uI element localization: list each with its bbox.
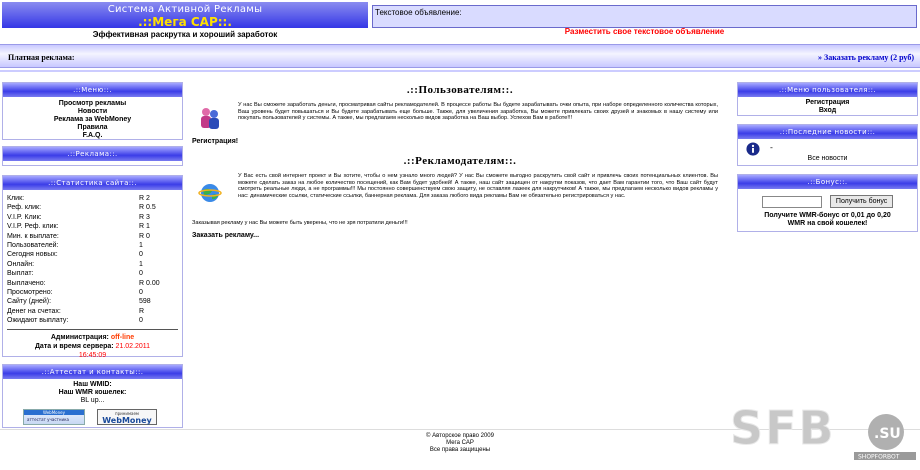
server-date: 21.02.2011 — [115, 342, 151, 350]
logo-slogan: Эффективная раскрутка и хороший заработо… — [92, 30, 278, 39]
ads-panel-title: .::Реклама::. — [3, 147, 182, 161]
admin-status: Администрация: off-line — [50, 333, 135, 341]
stat-row: V.I.P. Реф. клик: R 1 — [7, 223, 150, 231]
users-icon — [201, 108, 219, 129]
stats-panel: .::Статистика сайта::. Клик: R 2 Реф. кли… — [2, 175, 183, 359]
watermark-suffix: .SU — [874, 426, 901, 442]
advertisers-section: У Вас есть свой интернет проект и Вы хот… — [192, 173, 728, 220]
menu-panel: .::Меню::. Просмотр рекламы Новости Рекл… — [2, 82, 183, 140]
watermark-sub: SHOPFORBOT — [858, 454, 900, 461]
bonus-description: Получите WMR-бонус от 0,01 до 0,20 WMR н… — [764, 212, 891, 227]
bonus-captcha-input[interactable] — [761, 195, 822, 208]
advertisers-tail: Заказывая рекламу у нас Вы можете быть у… — [192, 220, 408, 226]
register-link[interactable]: Регистрация! — [192, 138, 728, 145]
logo-title: Система Активной Рекламы — [107, 4, 263, 15]
all-news-link[interactable]: Все новости — [738, 155, 917, 162]
main-content: .::Пользователям::. У нас Вы сможете зар… — [192, 78, 728, 239]
stat-row: Денег на счетах: R — [7, 307, 145, 315]
main-menu: Просмотр рекламы Новости Реклама за WebM… — [3, 97, 182, 144]
admin-offline-badge: off-line — [110, 333, 135, 341]
menu-item-view-ads[interactable]: Просмотр рекламы — [5, 100, 180, 108]
paid-ads-label: Платная реклама: — [8, 53, 75, 62]
ads-panel: .::Реклама::. — [2, 146, 183, 166]
stat-row: Реф. клик: R 0.5 — [7, 204, 156, 212]
contact-extra: BL up... — [80, 397, 105, 404]
server-clock: 16:45:09 — [78, 351, 107, 359]
stats-list: Клик: R 2 Реф. клик: R 0.5 V.I.P. Клик: R 3… — [3, 190, 182, 326]
user-menu-title: .::Меню пользователя::. — [738, 83, 917, 97]
bonus-panel: .::Бонус::. Получить бонус Получите WMR-… — [737, 174, 918, 232]
news-dash: - — [770, 143, 773, 152]
menu-item-faq[interactable]: F.A.Q. — [5, 132, 180, 140]
webmoney-accept-badge[interactable]: принимаем WebMoney — [97, 409, 157, 425]
user-menu: Регистрация Вход — [738, 97, 917, 119]
globe-icon — [198, 184, 222, 202]
stat-row: Сайту (дней): 598 — [7, 298, 151, 306]
users-section: У нас Вы сможете заработать деньги, прос… — [192, 102, 728, 136]
stats-divider — [7, 328, 178, 330]
logo-brand: .::Мега САР::. — [138, 15, 232, 29]
user-menu-register[interactable]: Регистрация — [740, 99, 915, 107]
info-icon — [746, 142, 760, 156]
news-panel: .::Последние новости::. - Все новости — [737, 124, 918, 166]
advertisers-section-title: .::Рекламодателям::. — [403, 155, 517, 167]
user-menu-login[interactable]: Вход — [740, 107, 915, 115]
contacts-panel-title: .::Аттестат и контакты::. — [3, 365, 182, 379]
stat-row: Ожидают выплату: 0 — [7, 317, 143, 325]
divider — [0, 70, 920, 72]
place-text-ad-link[interactable]: Разместить свое текстовое объявление — [372, 27, 917, 36]
advertisers-description: У Вас есть свой интернет проект и Вы хот… — [238, 173, 718, 199]
contacts-list: Наш WMID: Наш WMR кошелек: BL up... — [3, 379, 182, 405]
bonus-panel-title: .::Бонус::. — [738, 175, 917, 189]
text-ad-label: Текстовое объявление: — [375, 8, 462, 17]
menu-panel-title: .::Меню::. — [3, 83, 182, 97]
stat-row: Клик: R 2 — [7, 195, 150, 202]
sfb-watermark-logo: SFB .SU SHOPFORBOT — [730, 401, 916, 461]
menu-item-webmoney-ads[interactable]: Реклама за WebMoney — [5, 116, 180, 124]
news-body: - Все новости — [738, 139, 917, 165]
stat-row: Мин. к выплате: R 0 — [7, 232, 150, 240]
users-description: У нас Вы сможете заработать деньги, прос… — [238, 102, 718, 121]
server-time: Дата и время сервера: 21.02.2011 — [34, 342, 151, 350]
order-ad-main-link[interactable]: Заказать рекламу... — [192, 232, 728, 239]
news-panel-title: .::Последние новости::. — [738, 125, 917, 139]
users-section-title: .::Пользователям::. — [406, 84, 514, 96]
menu-item-rules[interactable]: Правила — [5, 124, 180, 132]
stat-row: Пользователей: 1 — [7, 242, 143, 250]
bonus-form: Получить бонус — [738, 189, 917, 208]
wmr-label: Наш WMR кошелек: — [58, 389, 127, 396]
stat-row: V.I.P. Клик: R 3 — [7, 213, 150, 221]
paid-ads-bar: Платная реклама: » Заказать рекламу (2 р… — [0, 44, 920, 68]
stats-panel-title: .::Статистика сайта::. — [3, 176, 182, 190]
order-ad-link[interactable]: » Заказать рекламу (2 руб) — [818, 53, 914, 62]
webmoney-attestat-badge[interactable]: WebMoney аттестат участника — [23, 409, 85, 425]
text-ad-box[interactable]: Текстовое объявление: — [372, 5, 917, 28]
stat-row: Сегодня новых: 0 — [7, 251, 143, 259]
webmoney-badges: WebMoney аттестат участника принимаем We… — [3, 409, 182, 425]
contacts-panel: .::Аттестат и контакты::. Наш WMID: Наш … — [2, 364, 183, 428]
site-header: Система Активной Рекламы .::Мега САР::. … — [0, 0, 920, 42]
user-menu-panel: .::Меню пользователя::. Регистрация Вход — [737, 82, 918, 116]
wmid-label: Наш WMID: — [73, 381, 112, 388]
get-bonus-button[interactable]: Получить бонус — [829, 195, 894, 208]
site-logo[interactable]: Система Активной Рекламы .::Мега САР::. … — [2, 2, 368, 40]
stat-row: Выплачено: R 0.00 — [7, 279, 160, 287]
watermark-text: SFB — [730, 401, 836, 455]
stat-row: Просмотрено: 0 — [7, 289, 143, 297]
stat-row: Выплат: 0 — [7, 270, 143, 278]
menu-item-news[interactable]: Новости — [5, 108, 180, 116]
stat-row: Онлайн: 1 — [7, 260, 143, 268]
